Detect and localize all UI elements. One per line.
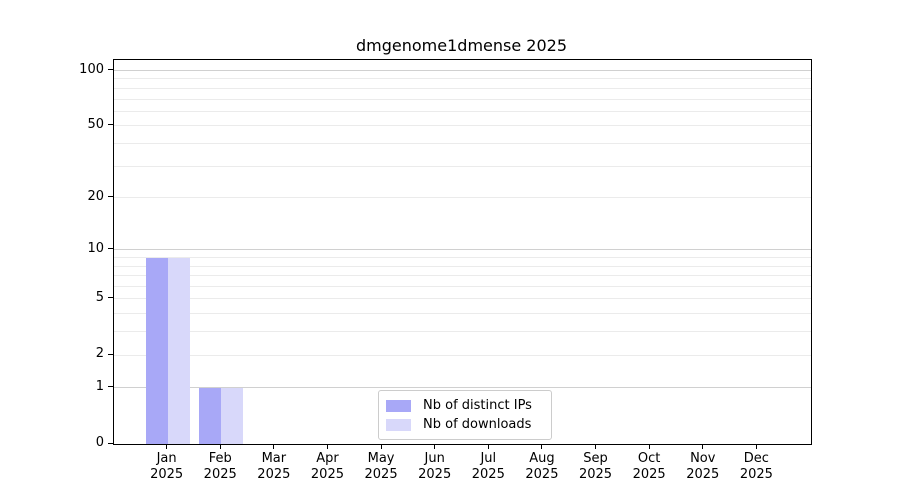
y-axis-tick — [108, 297, 113, 298]
x-axis-tick — [166, 444, 167, 449]
chart-title: dmgenome1dmense 2025 — [113, 36, 810, 58]
y-tick-label: 1 — [60, 379, 104, 395]
gridline-major — [114, 249, 811, 250]
gridline-minor — [114, 275, 811, 276]
x-axis-tick — [595, 444, 596, 449]
legend: Nb of distinct IPs Nb of downloads — [378, 390, 552, 440]
x-axis-tick — [434, 444, 435, 449]
gridline-minor — [114, 125, 811, 126]
gridline-minor — [114, 88, 811, 89]
gridline-minor — [114, 266, 811, 267]
bar-nb-of-distinct-ips — [199, 388, 221, 444]
x-axis-tick — [488, 444, 489, 449]
bar-nb-of-downloads — [221, 388, 243, 444]
y-axis-tick — [108, 196, 113, 197]
gridline-minor — [114, 111, 811, 112]
gridline-minor — [114, 313, 811, 314]
x-axis-tick — [327, 444, 328, 449]
y-tick-label: 100 — [60, 62, 104, 78]
x-tick-year: 2025 — [724, 467, 788, 483]
y-axis-tick — [108, 124, 113, 125]
y-tick-label: 5 — [60, 290, 104, 306]
legend-swatch — [386, 400, 411, 412]
y-axis-tick — [108, 69, 113, 70]
y-tick-label: 0 — [60, 435, 104, 451]
figure: dmgenome1dmense 2025 0125102050100Jan202… — [0, 0, 900, 500]
gridline-minor — [114, 257, 811, 258]
gridline-minor — [114, 331, 811, 332]
x-axis-tick — [702, 444, 703, 449]
y-axis-tick — [108, 443, 113, 444]
gridline-minor — [114, 298, 811, 299]
gridline-minor — [114, 78, 811, 79]
gridline-minor — [114, 355, 811, 356]
legend-label: Nb of distinct IPs — [423, 398, 532, 413]
plot-area — [113, 59, 812, 445]
gridline-minor — [114, 197, 811, 198]
gridline-major — [114, 70, 811, 71]
bar-nb-of-downloads — [168, 258, 190, 444]
x-tick-month: Dec — [724, 451, 788, 467]
gridline-minor — [114, 166, 811, 167]
y-axis-tick — [108, 386, 113, 387]
x-axis-tick — [756, 444, 757, 449]
legend-row: Nb of distinct IPs — [386, 396, 543, 415]
legend-label: Nb of downloads — [423, 417, 531, 432]
x-axis-tick — [381, 444, 382, 449]
y-tick-label: 2 — [60, 346, 104, 362]
y-tick-label: 50 — [60, 117, 104, 133]
y-axis-tick — [108, 248, 113, 249]
y-tick-label: 20 — [60, 189, 104, 205]
y-axis-tick — [108, 354, 113, 355]
legend-row: Nb of downloads — [386, 415, 543, 434]
x-tick-label: Dec2025 — [724, 451, 788, 483]
x-axis-tick — [220, 444, 221, 449]
gridline-minor — [114, 286, 811, 287]
gridline-minor — [114, 143, 811, 144]
gridline-minor — [114, 99, 811, 100]
x-axis-tick — [541, 444, 542, 449]
x-axis-tick — [649, 444, 650, 449]
x-axis-tick — [273, 444, 274, 449]
y-tick-label: 10 — [60, 241, 104, 257]
legend-swatch — [386, 419, 411, 431]
bar-nb-of-distinct-ips — [146, 258, 168, 444]
